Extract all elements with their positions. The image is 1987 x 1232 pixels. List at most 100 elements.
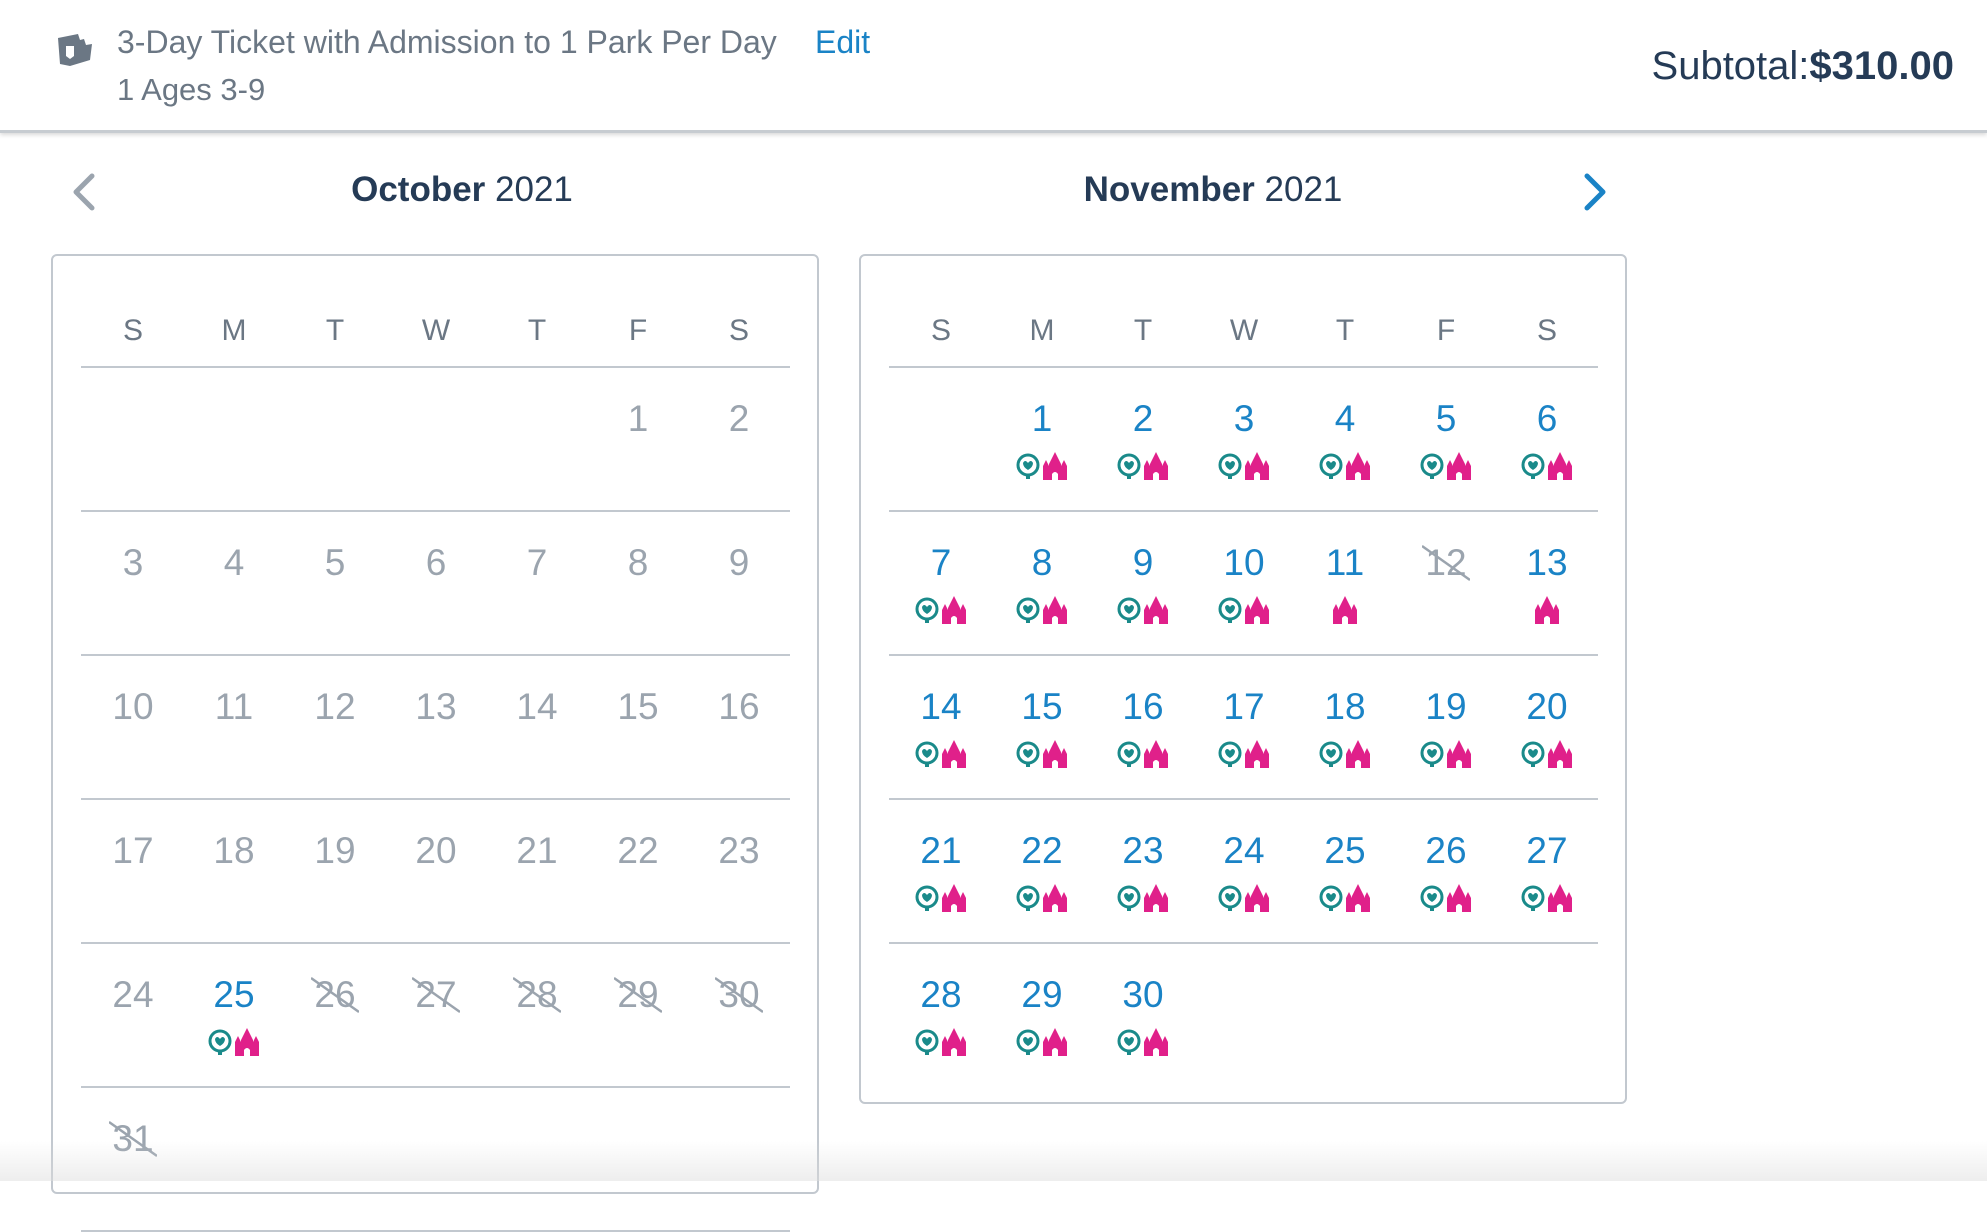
week-divider bbox=[889, 798, 1598, 800]
calendar-day[interactable]: 23 bbox=[1093, 800, 1193, 942]
epcot-park-icon bbox=[208, 1029, 232, 1055]
castle-park-icon bbox=[1346, 884, 1370, 912]
day-number: 25 bbox=[1324, 830, 1366, 871]
castle-park-icon bbox=[1447, 452, 1471, 480]
epcot-park-icon bbox=[1420, 453, 1444, 479]
castle-park-icon bbox=[1245, 740, 1269, 768]
calendar-day[interactable]: 28 bbox=[891, 944, 991, 1086]
calendar-day[interactable]: 14 bbox=[891, 656, 991, 798]
calendar-day: 13 bbox=[386, 656, 486, 798]
day-number: 22 bbox=[617, 830, 659, 871]
epcot-park-icon bbox=[915, 597, 939, 623]
calendar-day[interactable]: 7 bbox=[891, 512, 991, 654]
calendar-day[interactable]: 1 bbox=[992, 368, 1092, 510]
calendar-day[interactable]: 25 bbox=[1295, 800, 1395, 942]
calendar-day: 7 bbox=[487, 512, 587, 654]
epcot-park-icon bbox=[1117, 885, 1141, 911]
calendar-day[interactable]: 20 bbox=[1497, 656, 1597, 798]
epcot-park-icon bbox=[1521, 885, 1545, 911]
castle-park-icon bbox=[1548, 740, 1572, 768]
calendar-day[interactable]: 10 bbox=[1194, 512, 1294, 654]
day-number: 9 bbox=[728, 542, 750, 583]
epcot-park-icon bbox=[1117, 453, 1141, 479]
week-divider bbox=[81, 654, 790, 656]
day-number: 3 bbox=[1233, 398, 1255, 439]
park-availability-icons bbox=[1497, 884, 1597, 914]
calendar-day[interactable]: 30 bbox=[1093, 944, 1193, 1086]
month-year: 2021 bbox=[495, 170, 573, 209]
day-number: 8 bbox=[1031, 542, 1053, 583]
calendar-day[interactable]: 13 bbox=[1497, 512, 1597, 654]
calendar-day[interactable]: 22 bbox=[992, 800, 1092, 942]
day-number: 1 bbox=[627, 398, 649, 439]
month-title-november: November 2021 bbox=[963, 170, 1463, 210]
day-number: 16 bbox=[1122, 686, 1164, 727]
scroll-fade bbox=[0, 1141, 1987, 1181]
day-number: 9 bbox=[1132, 542, 1154, 583]
calendar-day[interactable]: 27 bbox=[1497, 800, 1597, 942]
calendar-day[interactable]: 11 bbox=[1295, 512, 1395, 654]
castle-park-icon bbox=[1144, 596, 1168, 624]
chevron-right-icon[interactable] bbox=[1577, 170, 1613, 214]
castle-park-icon bbox=[942, 1028, 966, 1056]
day-number: 12 bbox=[314, 686, 356, 727]
calendar-day[interactable]: 9 bbox=[1093, 512, 1193, 654]
day-number: 13 bbox=[1526, 542, 1568, 583]
calendar-day[interactable]: 25 bbox=[184, 944, 284, 1086]
calendar-day[interactable]: 2 bbox=[1093, 368, 1193, 510]
castle-park-icon bbox=[1245, 452, 1269, 480]
calendar-day[interactable]: 6 bbox=[1497, 368, 1597, 510]
calendar-day[interactable]: 29 bbox=[992, 944, 1092, 1086]
day-number: 21 bbox=[920, 830, 962, 871]
calendar-day[interactable]: 19 bbox=[1396, 656, 1496, 798]
week-divider bbox=[81, 798, 790, 800]
park-availability-icons bbox=[1194, 740, 1294, 770]
day-number: 5 bbox=[1435, 398, 1457, 439]
day-number: 5 bbox=[324, 542, 346, 583]
calendar-day: 16 bbox=[689, 656, 789, 798]
unavailable-strike-icon bbox=[715, 976, 763, 1014]
guest-count: 1 Ages 3-9 bbox=[117, 72, 266, 107]
chevron-left-icon[interactable] bbox=[66, 170, 102, 214]
calendar-day[interactable]: 16 bbox=[1093, 656, 1193, 798]
day-number: 10 bbox=[1223, 542, 1265, 583]
calendar-day[interactable]: 15 bbox=[992, 656, 1092, 798]
calendar-day[interactable]: 5 bbox=[1396, 368, 1496, 510]
park-availability-icons bbox=[1194, 596, 1294, 626]
day-number: 2 bbox=[1132, 398, 1154, 439]
calendar-day[interactable]: 21 bbox=[891, 800, 991, 942]
calendar-day[interactable]: 4 bbox=[1295, 368, 1395, 510]
calendar-day[interactable]: 3 bbox=[1194, 368, 1294, 510]
day-number: 23 bbox=[1122, 830, 1164, 871]
park-availability-icons bbox=[992, 452, 1092, 482]
epcot-park-icon bbox=[1218, 741, 1242, 767]
park-availability-icons bbox=[1093, 452, 1193, 482]
day-number: 28 bbox=[920, 974, 962, 1015]
day-number: 18 bbox=[1324, 686, 1366, 727]
edit-ticket-link[interactable]: Edit bbox=[815, 24, 870, 61]
day-number: 17 bbox=[1223, 686, 1265, 727]
weekday-header: W bbox=[1229, 314, 1259, 347]
castle-park-icon bbox=[1333, 596, 1357, 624]
day-number: 1 bbox=[1031, 398, 1053, 439]
calendar-day[interactable]: 24 bbox=[1194, 800, 1294, 942]
epcot-park-icon bbox=[1016, 597, 1040, 623]
epcot-park-icon bbox=[1319, 453, 1343, 479]
calendar-day[interactable]: 8 bbox=[992, 512, 1092, 654]
week-divider bbox=[889, 510, 1598, 512]
subtotal: Subtotal:$310.00 bbox=[1652, 44, 1954, 89]
epcot-park-icon bbox=[1420, 741, 1444, 767]
calendar-day: 14 bbox=[487, 656, 587, 798]
castle-park-icon bbox=[942, 740, 966, 768]
castle-park-icon bbox=[1043, 740, 1067, 768]
park-availability-icons bbox=[1396, 740, 1496, 770]
month-year: 2021 bbox=[1264, 170, 1343, 209]
calendar-day[interactable]: 17 bbox=[1194, 656, 1294, 798]
park-availability-icons bbox=[1295, 740, 1395, 770]
calendar-day[interactable]: 26 bbox=[1396, 800, 1496, 942]
day-number: 29 bbox=[1021, 974, 1063, 1015]
calendar-day[interactable]: 18 bbox=[1295, 656, 1395, 798]
unavailable-strike-icon bbox=[513, 976, 561, 1014]
park-availability-icons bbox=[1295, 452, 1395, 482]
castle-park-icon bbox=[1043, 1028, 1067, 1056]
